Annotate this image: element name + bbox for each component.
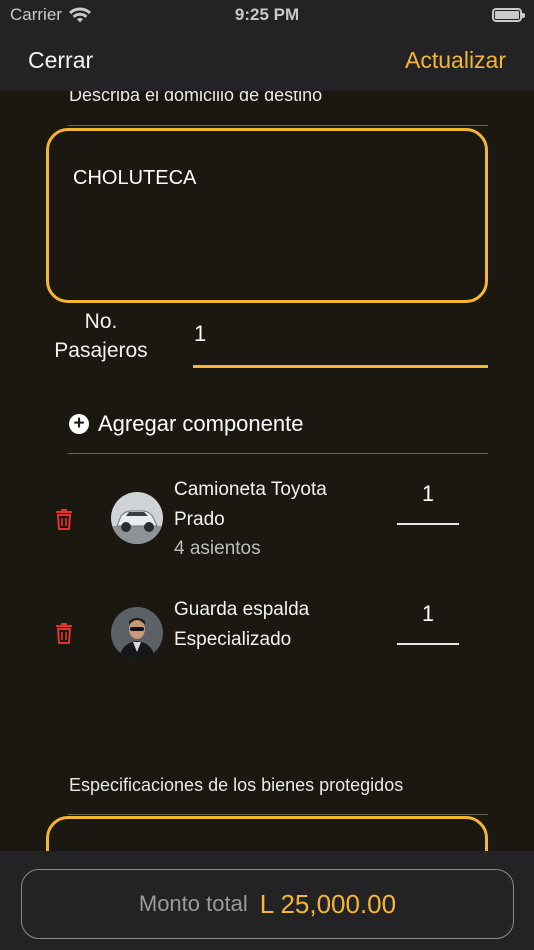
passengers-input[interactable]: 1 [194, 321, 206, 347]
passengers-label: No. Pasajeros [46, 307, 156, 365]
component-title: Guarda espalda Especializado [174, 595, 374, 655]
add-component-button[interactable]: + Agregar componente [69, 409, 303, 439]
divider [68, 453, 488, 454]
form-scroll-area[interactable]: Describa el domicilio de destino CHOLUTE… [0, 91, 534, 851]
add-component-label: Agregar componente [98, 411, 304, 436]
divider [68, 125, 488, 126]
destination-label: Describa el domicilio de destino [69, 91, 323, 105]
passengers-label-line2: Pasajeros [54, 339, 148, 362]
component-row: Guarda espalda Especializado 1 [0, 599, 534, 699]
quantity-input[interactable]: 1 [397, 601, 459, 627]
update-button[interactable]: Actualizar [405, 47, 506, 74]
goods-spec-textarea[interactable] [46, 816, 488, 851]
bottom-bar: Monto total L 25,000.00 [0, 851, 534, 950]
status-bar: Carrier 9:25 PM [0, 0, 534, 30]
destination-textarea[interactable]: CHOLUTECA [46, 128, 488, 303]
divider [68, 814, 488, 815]
passengers-input-underline [193, 365, 488, 368]
destination-value: CHOLUTECA [73, 167, 197, 189]
quantity-input[interactable]: 1 [397, 481, 459, 507]
suv-vehicle-photo [111, 492, 163, 544]
component-row: Camioneta Toyota Prado 4 asientos 1 [0, 471, 534, 571]
component-title-line1: Camioneta Toyota [174, 479, 327, 500]
navigation-bar: Cerrar Actualizar [0, 30, 534, 91]
total-label: Monto total [138, 891, 248, 916]
component-title-line2: Prado [174, 509, 225, 530]
component-title-line1: Guarda espalda [174, 599, 310, 620]
clock-time: 9:25 PM [234, 5, 300, 24]
battery-level [495, 11, 519, 19]
component-title: Camioneta Toyota Prado [174, 475, 374, 535]
total-amount-button[interactable]: Monto total L 25,000.00 [21, 869, 514, 939]
plus-circle-icon: + [69, 414, 89, 434]
close-button[interactable]: Cerrar [28, 47, 93, 74]
total-value: L 25,000.00 [259, 888, 397, 919]
bodyguard-photo [111, 607, 163, 659]
goods-spec-label: Especificaciones de los bienes protegido… [69, 775, 404, 795]
trash-icon[interactable] [54, 507, 74, 531]
quantity-underline [397, 523, 459, 525]
component-title-line2: Especializado [174, 629, 292, 650]
component-subtitle: 4 asientos [174, 538, 261, 559]
trash-icon[interactable] [54, 621, 74, 645]
quantity-underline [397, 643, 459, 645]
battery-icon [492, 8, 525, 22]
passengers-label-line1: No. [84, 310, 118, 333]
